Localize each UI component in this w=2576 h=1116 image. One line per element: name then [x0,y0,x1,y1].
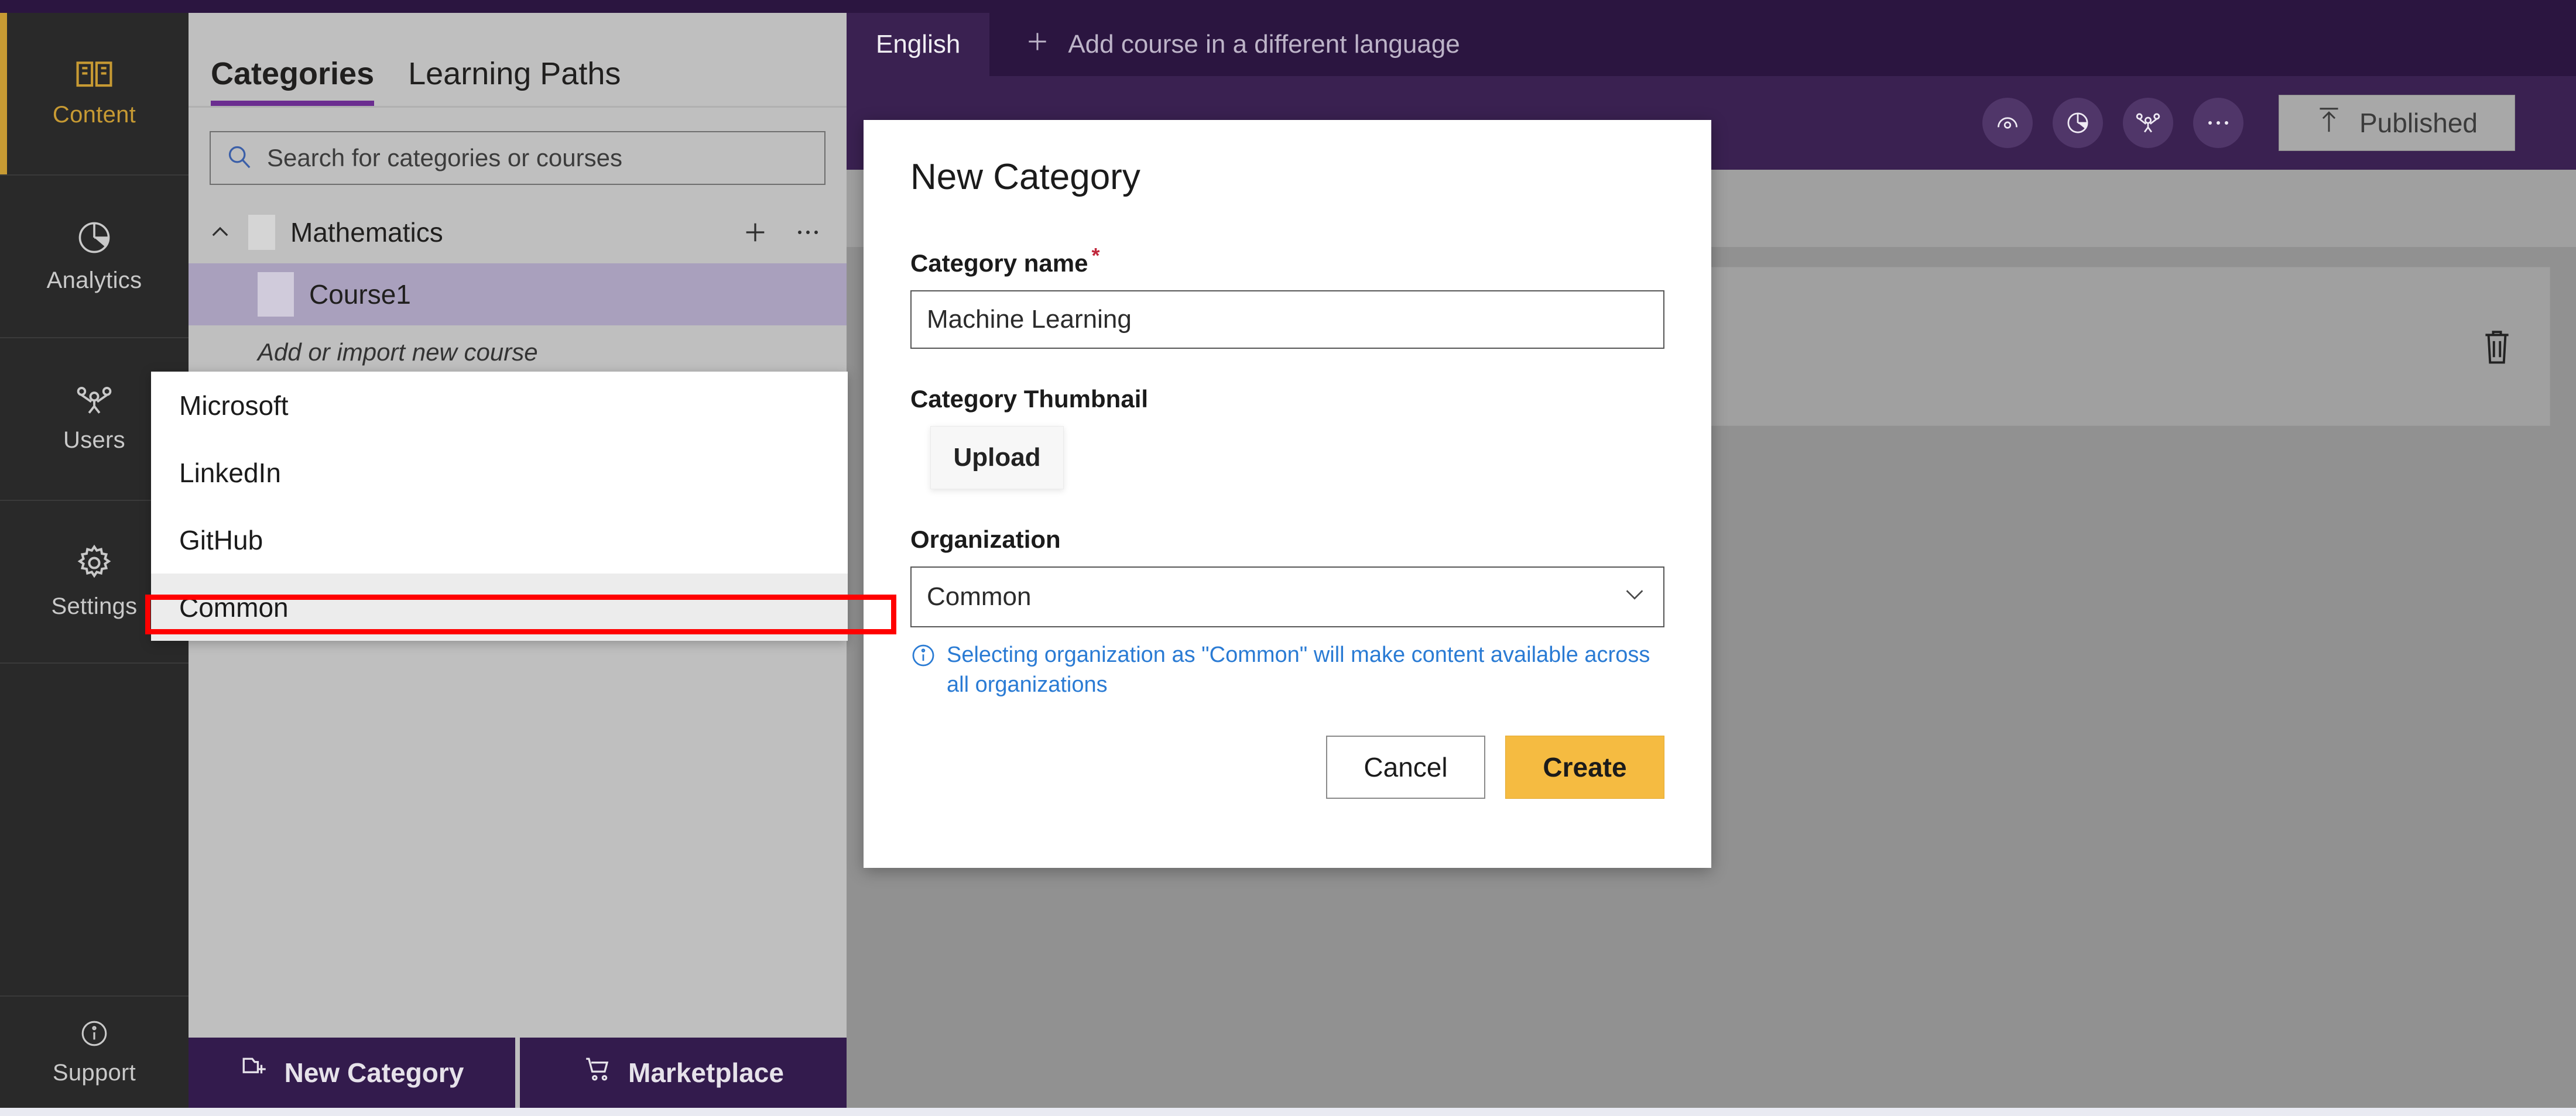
marketplace-label: Marketplace [628,1057,784,1088]
sidebar-item-analytics[interactable]: Analytics [0,176,189,338]
dropdown-option-github[interactable]: GitHub [151,506,848,574]
tab-label: Categories [211,56,375,91]
add-language-button[interactable]: Add course in a different language [989,13,1495,76]
new-category-dialog: New Category Category name * Machine Lear… [864,120,1711,868]
cancel-button[interactable]: Cancel [1326,736,1485,799]
plus-icon [1025,29,1050,61]
upload-arrow-icon [2316,105,2342,141]
publish-label: Published [2359,108,2478,138]
create-button[interactable]: Create [1505,736,1664,799]
add-import-course-link[interactable]: Add or import new course [189,325,847,366]
tree-row-category[interactable]: Mathematics [189,201,847,263]
category-name-value: Machine Learning [927,305,1132,334]
chevron-down-icon [1621,581,1648,614]
tab-label: Learning Paths [408,56,621,91]
course-thumbnail-placeholder [258,272,294,317]
category-name-input[interactable]: Machine Learning [910,290,1664,349]
new-category-button[interactable]: New Category [189,1038,515,1108]
plus-icon[interactable] [737,214,774,251]
preview-eye-icon[interactable] [1982,98,2033,148]
sidebar-item-label: Content [52,101,136,128]
cart-icon [583,1055,613,1091]
organization-value: Common [927,582,1032,611]
info-message-text: Selecting organization as "Common" will … [947,643,1650,698]
search-placeholder: Search for categories or courses [267,144,622,171]
category-name-label-text: Category name [910,249,1088,277]
publish-status-button[interactable]: Published [2279,95,2515,151]
sidebar-item-label: Analytics [46,267,142,293]
dialog-title: New Category [910,157,1140,197]
tab-categories[interactable]: Categories [211,56,375,106]
info-circle-icon [80,1019,109,1048]
sidebar-item-label: Users [63,427,125,453]
rail-spacer [0,664,189,997]
pie-chart-icon[interactable] [2053,98,2103,148]
search-wrapper: Search for categories or courses [189,108,847,201]
category-name-label: Mathematics [290,217,443,248]
book-icon [76,60,112,90]
people-icon [75,385,114,416]
category-thumbnail-placeholder [248,215,275,250]
sidebar-item-content[interactable]: Content [0,13,189,176]
organization-label: Organization [910,526,1061,553]
sidebar-item-support[interactable]: Support [0,997,189,1108]
organization-dropdown: Microsoft LinkedIn GitHub Common [151,372,848,641]
required-asterisk: * [1091,243,1100,267]
sidebar-item-label: Support [52,1059,136,1086]
upload-button[interactable]: Upload [930,426,1064,489]
new-folder-icon [240,1055,269,1091]
dropdown-option-microsoft[interactable]: Microsoft [151,372,848,439]
search-icon [226,143,253,173]
info-circle-icon [910,643,936,700]
dropdown-option-common[interactable]: Common [151,574,848,641]
language-tab-label: English [876,30,961,59]
thumbnail-label: Category Thumbnail [910,385,1149,413]
tab-learning-paths[interactable]: Learning Paths [408,56,621,106]
course-name-label: Course1 [309,279,411,310]
panel-tabs: Categories Learning Paths [189,13,847,108]
category-name-label: Category name * [910,243,1664,277]
tree-row-course[interactable]: Course1 [189,263,847,325]
dialog-actions: Cancel Create [1326,736,1664,799]
organization-info-message: Selecting organization as "Common" will … [910,640,1664,700]
sidebar-item-label: Settings [51,593,138,619]
language-bar: English Add course in a different langua… [847,13,2576,76]
panel-footer: New Category Marketplace [189,1038,847,1108]
chevron-up-icon[interactable] [207,219,233,245]
add-language-label: Add course in a different language [1068,30,1460,59]
pie-chart-icon [76,219,112,256]
marketplace-button[interactable]: Marketplace [520,1038,847,1108]
window-bottom-strip [0,1108,2576,1116]
new-category-label: New Category [284,1057,464,1088]
trash-icon[interactable] [2478,327,2516,366]
people-icon[interactable] [2123,98,2173,148]
organization-select[interactable]: Common [910,566,1664,627]
dropdown-option-linkedin[interactable]: LinkedIn [151,439,848,506]
ellipsis-icon[interactable] [789,214,827,251]
language-tab-english[interactable]: English [847,13,990,76]
ellipsis-icon[interactable] [2193,98,2243,148]
window-top-strip [0,0,2576,13]
gear-icon [76,544,113,582]
app-root: Content Analytics Users Settings Support… [0,0,2576,1116]
search-input[interactable]: Search for categories or courses [210,131,825,185]
